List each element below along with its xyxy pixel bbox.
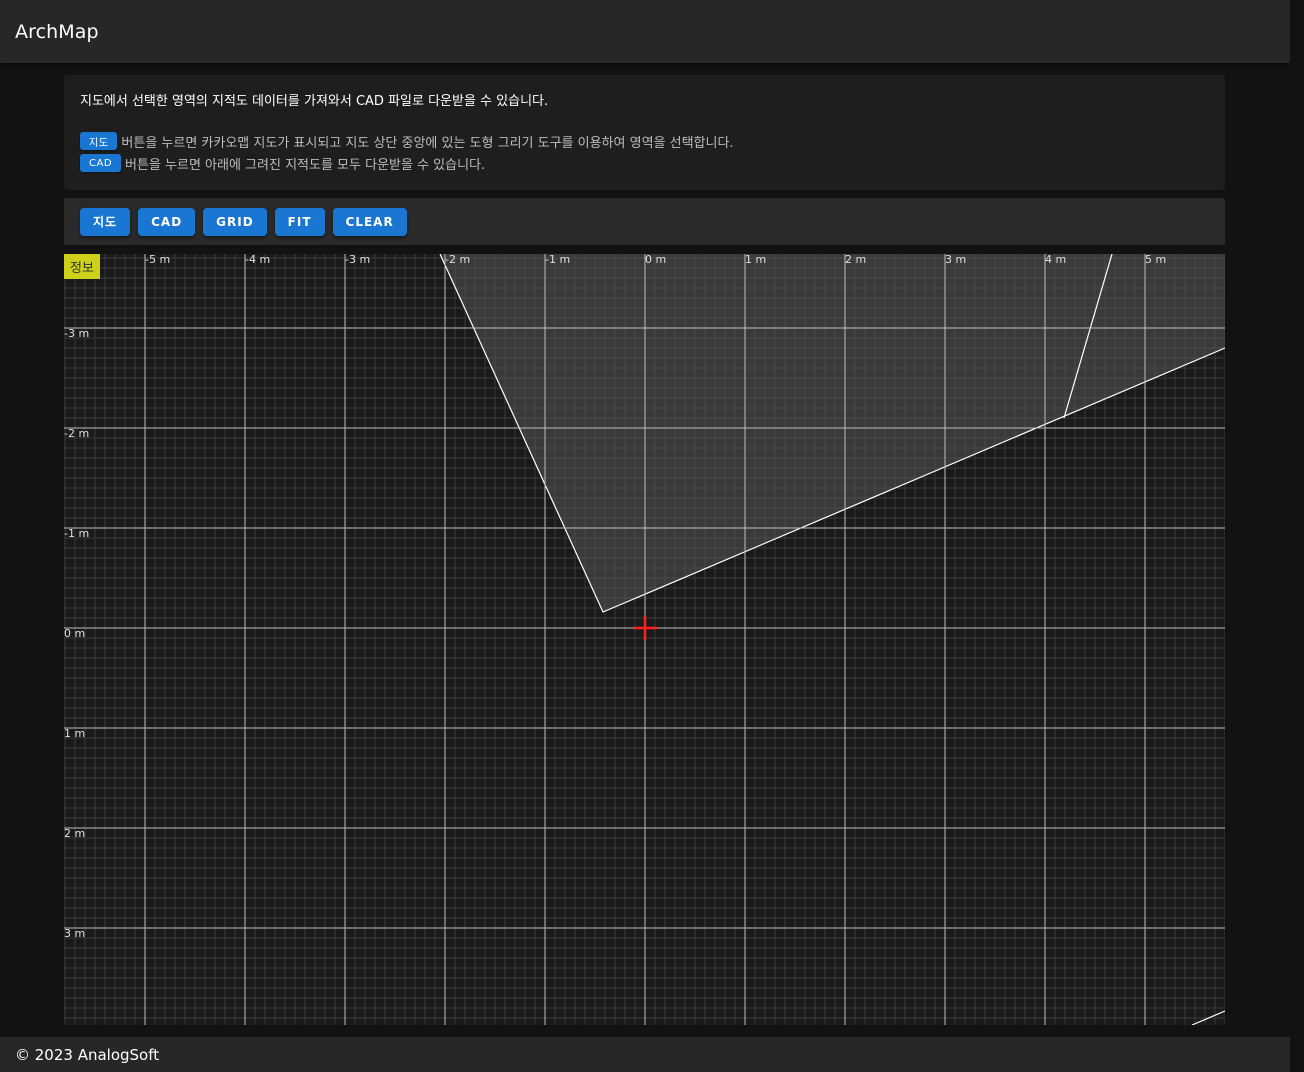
cad-chip: CAD (80, 154, 122, 172)
x-tick-label: 1 m (745, 254, 766, 266)
cad-button[interactable]: CAD (138, 207, 196, 236)
x-tick-label: -1 m (545, 254, 570, 266)
cad-drawing[interactable]: -5 m -4 m -3 m -2 m -1 m 0 m 1 m 2 m 3 m 4 m 5 m -… (64, 254, 1225, 1025)
map-instruction: 버튼을 누르면 카카오맵 지도가 표시되고 지도 상단 중앙에 있는 도형 그리… (121, 135, 734, 151)
y-tick-label: -2 m (64, 427, 89, 440)
clear-button[interactable]: CLEAR (332, 207, 407, 236)
y-tick-label: 2 m (64, 827, 85, 840)
x-tick-label: -5 m (145, 254, 170, 266)
x-tick-label: -4 m (245, 254, 270, 266)
info-map-line: 지도 버튼을 누르면 카카오맵 지도가 표시되고 지도 상단 중앙에 있는 도형… (80, 130, 1209, 152)
origin-crosshair-icon (633, 616, 657, 640)
x-tick-label: 5 m (1145, 254, 1166, 266)
toolbar: 지도 CAD GRID FIT CLEAR (64, 198, 1225, 245)
scrollbar-track[interactable] (1290, 0, 1304, 1072)
y-tick-label: 3 m (64, 927, 85, 940)
footer: © 2023 AnalogSoft (0, 1037, 1290, 1072)
y-tick-label: -3 m (64, 327, 89, 340)
info-card: 지도에서 선택한 영역의 지적도 데이터를 가져와서 CAD 파일로 다운받을 … (64, 75, 1225, 190)
map-button[interactable]: 지도 (80, 207, 131, 236)
y-tick-label: 1 m (64, 727, 85, 740)
grid-button[interactable]: GRID (203, 207, 267, 236)
app-header: ArchMap (0, 0, 1290, 63)
info-cad-line: CAD 버튼을 누르면 아래에 그려진 지적도를 모두 다운받을 수 있습니다. (80, 152, 1209, 174)
x-tick-label: 4 m (1045, 254, 1066, 266)
cad-instruction: 버튼을 누르면 아래에 그려진 지적도를 모두 다운받을 수 있습니다. (125, 157, 486, 173)
info-description: 지도에서 선택한 영역의 지적도 데이터를 가져와서 CAD 파일로 다운받을 … (80, 94, 549, 109)
fit-button[interactable]: FIT (274, 207, 325, 236)
info-tag-button[interactable]: 정보 (64, 254, 100, 279)
y-tick-label: 0 m (64, 627, 85, 640)
drawing-canvas[interactable]: -5 m -4 m -3 m -2 m -1 m 0 m 1 m 2 m 3 m 4 m 5 m -… (64, 254, 1225, 1025)
y-tick-label: -1 m (64, 527, 89, 540)
x-tick-label: 3 m (945, 254, 966, 266)
map-chip: 지도 (80, 132, 118, 150)
app-title: ArchMap (15, 20, 99, 43)
x-tick-label: 0 m (645, 254, 666, 266)
copyright-text: © 2023 AnalogSoft (15, 1045, 160, 1064)
x-tick-label: -2 m (445, 254, 470, 266)
parcel-layer (439, 254, 1225, 1025)
x-tick-label: 2 m (845, 254, 866, 266)
x-tick-label: -3 m (345, 254, 370, 266)
